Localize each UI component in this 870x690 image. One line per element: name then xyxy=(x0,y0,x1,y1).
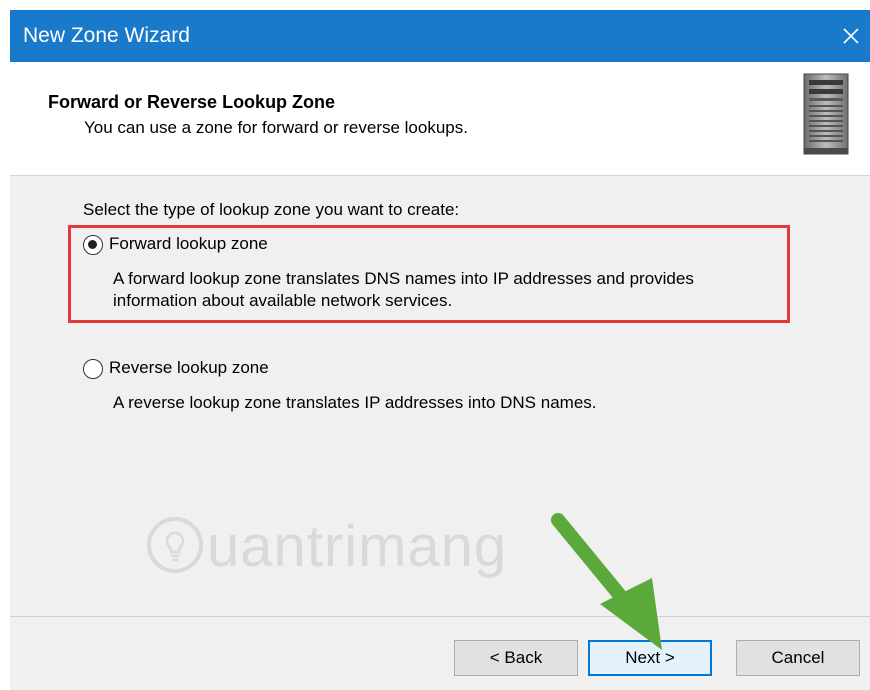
reverse-lookup-radio[interactable] xyxy=(83,359,103,379)
page-title: Forward or Reverse Lookup Zone xyxy=(48,92,336,112)
close-button[interactable] xyxy=(832,10,870,62)
footer-separator xyxy=(10,616,870,617)
close-icon xyxy=(843,28,859,44)
window-title: New Zone Wizard xyxy=(23,24,190,47)
forward-lookup-description: A forward lookup zone translates DNS nam… xyxy=(113,268,694,312)
reverse-lookup-label[interactable]: Reverse lookup zone xyxy=(109,358,269,378)
watermark-text: uantrimang xyxy=(207,514,508,579)
description-line: information about available network serv… xyxy=(113,291,453,310)
zone-type-prompt: Select the type of lookup zone you want … xyxy=(83,200,460,219)
radio-selected-dot xyxy=(88,240,97,249)
wizard-header: Forward or Reverse Lookup Zone You can u… xyxy=(10,62,870,176)
page-subtitle: You can use a zone for forward or revers… xyxy=(84,118,468,137)
title-bar: New Zone Wizard xyxy=(10,10,870,62)
forward-lookup-radio[interactable] xyxy=(83,235,103,255)
cancel-button[interactable]: Cancel xyxy=(736,640,860,676)
lightbulb-icon xyxy=(147,517,203,573)
forward-lookup-label[interactable]: Forward lookup zone xyxy=(109,234,268,254)
back-button[interactable]: < Back xyxy=(454,640,578,676)
server-icon xyxy=(803,73,849,155)
reverse-lookup-description: A reverse lookup zone translates IP addr… xyxy=(113,392,597,414)
description-line: A reverse lookup zone translates IP addr… xyxy=(113,393,597,412)
description-line: A forward lookup zone translates DNS nam… xyxy=(113,269,694,288)
wizard-window: New Zone Wizard Forward or Reverse Looku… xyxy=(10,10,870,690)
watermark: uantrimang xyxy=(145,514,506,580)
next-button[interactable]: Next > xyxy=(588,640,712,676)
